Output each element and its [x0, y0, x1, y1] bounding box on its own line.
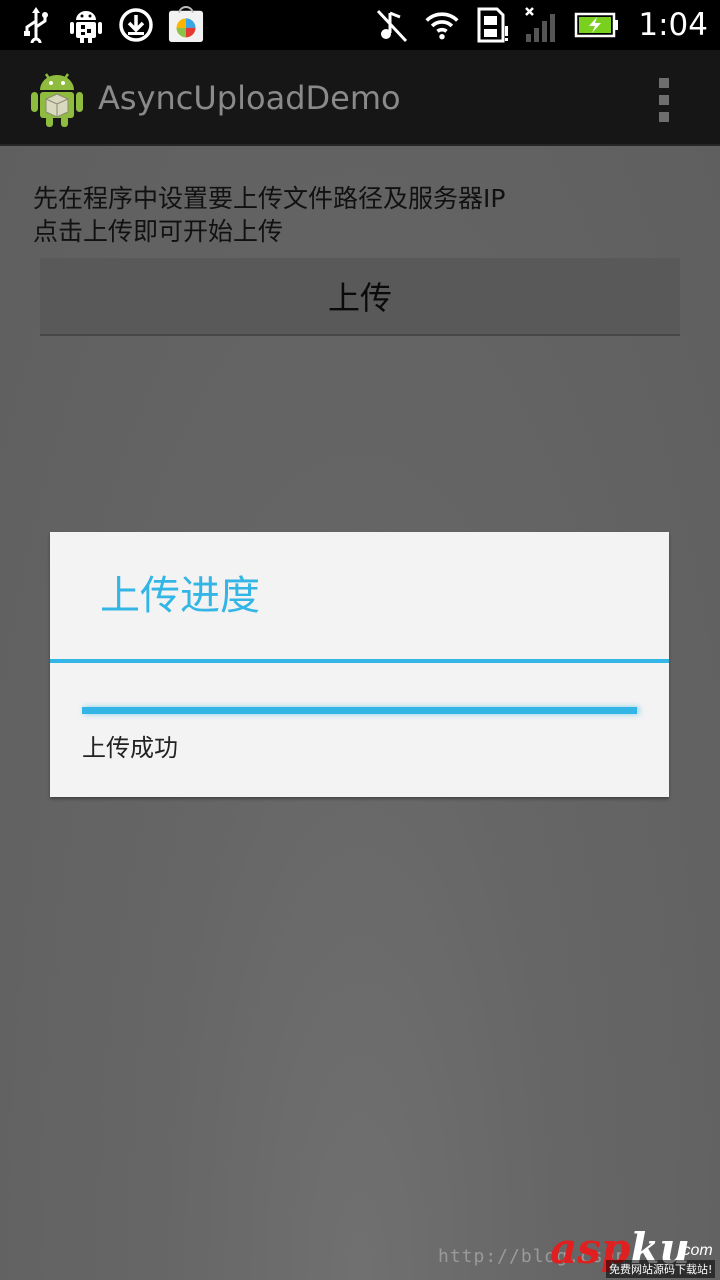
status-system-icons: 1:04	[374, 4, 708, 46]
watermark-slogan: 免费网站源码下载站!	[606, 1260, 716, 1278]
instruction-line-2: 点击上传即可开始上传	[33, 217, 284, 246]
dialog-title-divider	[50, 659, 669, 663]
status-bar: 1:04	[0, 0, 720, 50]
signal-icon	[524, 6, 560, 44]
progress-bar-fill	[82, 707, 637, 714]
watermark-tld: .com	[678, 1242, 713, 1259]
battery-charging-icon	[574, 6, 620, 44]
android-debug-icon	[68, 6, 104, 44]
android-app-icon	[30, 68, 84, 128]
dialog-message: 上传成功	[82, 734, 178, 762]
mute-music-icon	[374, 6, 410, 44]
status-clock: 1:04	[638, 7, 708, 43]
progress-dialog: 上传进度 上传成功	[50, 532, 669, 797]
app-title: AsyncUploadDemo	[98, 79, 401, 117]
app-store-icon	[168, 6, 204, 44]
usb-icon	[18, 6, 54, 44]
overflow-menu-icon[interactable]	[654, 78, 674, 122]
dialog-title: 上传进度	[100, 573, 260, 619]
action-bar: AsyncUploadDemo	[0, 50, 720, 146]
wifi-icon	[424, 6, 460, 44]
download-icon	[118, 6, 154, 44]
instructions: 先在程序中设置要上传文件路径及服务器IP 点击上传即可开始上传	[33, 182, 505, 248]
instruction-line-1: 先在程序中设置要上传文件路径及服务器IP	[33, 184, 506, 213]
progress-bar	[82, 707, 637, 714]
sim-card-icon	[474, 6, 510, 44]
upload-button[interactable]: 上传	[40, 258, 680, 336]
status-notification-icons	[18, 6, 204, 44]
